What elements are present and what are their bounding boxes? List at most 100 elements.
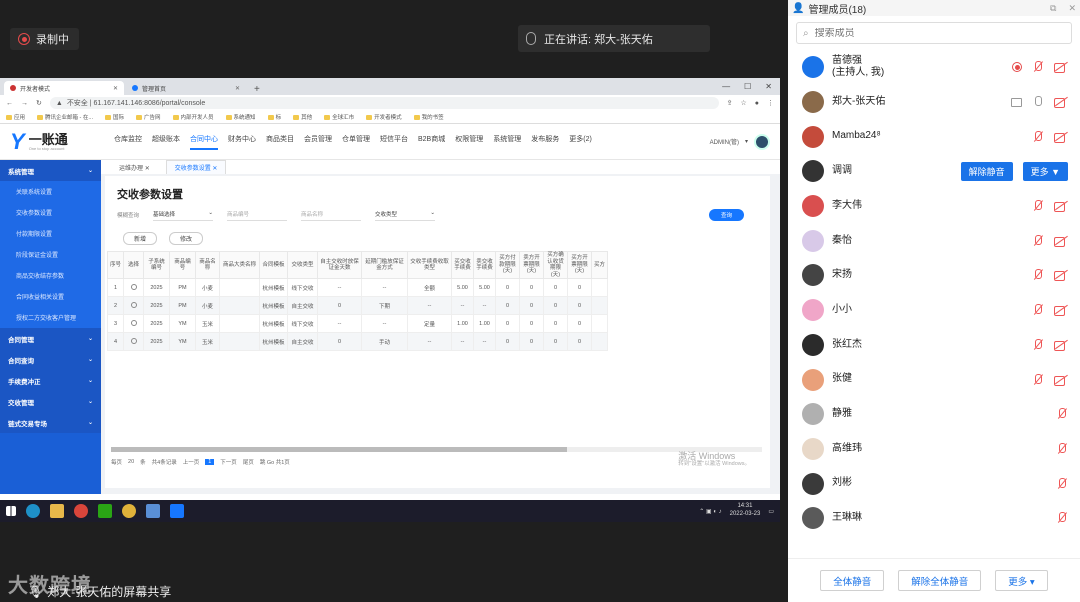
close-window-icon[interactable]: ✕	[765, 82, 772, 91]
forward-icon[interactable]: →	[21, 100, 28, 107]
row-select-cell[interactable]	[123, 332, 144, 352]
table-row[interactable]: 3 2025 YM 玉米 杭州模板 线下交收 -- -- 定量 1.00 1.00 0 0 0 0	[107, 314, 608, 334]
page-tab-2[interactable]: 交收参数设置 ✕	[165, 160, 227, 174]
nav-item[interactable]: 仓库监控	[114, 134, 142, 150]
last-page-button[interactable]: 尾页	[243, 458, 254, 466]
sidebar-group[interactable]: 交收管理 ⌄	[0, 391, 101, 412]
bookmark-item[interactable]: 国际	[105, 113, 124, 121]
sidebar-item[interactable]: 授权二方交收客户管理	[0, 307, 101, 328]
sidebar-group[interactable]: 系统管理 ⌄	[0, 160, 101, 181]
close-icon[interactable]: ✕	[235, 85, 240, 92]
meeting-app-icon[interactable]	[170, 504, 184, 518]
popout-icon[interactable]: ⧉	[1050, 3, 1056, 14]
search-input[interactable]	[814, 27, 1065, 39]
add-button[interactable]: 新增	[123, 232, 158, 245]
member-search[interactable]: ⌕	[796, 22, 1072, 44]
member-row[interactable]: 高维玮	[788, 432, 1080, 467]
product-code-input[interactable]: 商品编号	[227, 210, 288, 221]
back-icon[interactable]: ←	[6, 100, 13, 107]
bookmark-item[interactable]: 广告网	[136, 113, 161, 121]
nav-item[interactable]: B2B商城	[418, 134, 445, 150]
sidebar-item[interactable]: 交收参数设置	[0, 202, 101, 223]
radio-icon[interactable]	[130, 337, 137, 344]
bookmark-item[interactable]: 全球汇市	[324, 113, 354, 121]
nav-item[interactable]: 商品类目	[266, 134, 294, 150]
recording-badge[interactable]: 录制中	[10, 28, 79, 50]
radio-icon[interactable]	[130, 301, 137, 308]
radio-icon[interactable]	[130, 319, 137, 326]
camera-off-icon[interactable]	[1054, 236, 1068, 247]
app-logo[interactable]: Y 一账通 One to stop account	[10, 129, 114, 155]
query-button[interactable]: 查询	[708, 209, 744, 221]
microphone-muted-icon[interactable]	[1032, 234, 1044, 247]
member-row[interactable]: 静雅	[788, 397, 1080, 432]
camera-off-icon[interactable]	[1054, 340, 1068, 351]
nav-item[interactable]: 财务中心	[228, 134, 256, 150]
sidebar-group[interactable]: 手续费冲正 ⌄	[0, 370, 101, 391]
edit-button[interactable]: 修改	[169, 232, 204, 245]
browser-tab-2[interactable]: 管理首页 ✕	[126, 81, 246, 95]
nav-item[interactable]: 超级账本	[152, 134, 180, 150]
member-row[interactable]: 张健	[788, 362, 1080, 397]
mute-all-button[interactable]: 全体静音	[820, 570, 885, 591]
sidebar-item[interactable]: 阶段保证金设置	[0, 244, 101, 265]
delivery-type-select[interactable]: 交收类型 ⌄	[375, 210, 436, 221]
new-tab-button[interactable]: +	[248, 84, 266, 95]
table-row[interactable]: 2 2025 PM 小麦 杭州模板 自主交收 0 下期 -- -- -- 0 0 0 0	[107, 296, 608, 316]
bookmark-item[interactable]: 内部开发人员	[173, 113, 214, 121]
camera-off-icon[interactable]	[1054, 132, 1068, 143]
microphone-muted-icon[interactable]	[1032, 373, 1044, 386]
microphone-muted-icon[interactable]	[1032, 269, 1044, 281]
nav-item[interactable]: 权限管理	[455, 134, 483, 150]
bookmark-item[interactable]: 开发者模式	[366, 113, 402, 121]
nav-item[interactable]: 仓单管理	[342, 134, 370, 150]
close-icon[interactable]: ✕	[212, 166, 217, 172]
member-row[interactable]: 调调 解除静音 更多 ▼	[788, 154, 1080, 189]
notification-icon[interactable]: ▭	[768, 508, 774, 515]
row-select-cell[interactable]	[123, 314, 144, 334]
app-icon[interactable]	[146, 504, 160, 518]
nav-item[interactable]: 发布服务	[531, 134, 559, 150]
microphone-muted-icon[interactable]	[1056, 477, 1068, 490]
sidebar-group[interactable]: 合同管理 ⌄	[0, 328, 101, 349]
member-more-button[interactable]: 更多 ▼	[1022, 161, 1068, 181]
row-select-cell[interactable]	[123, 278, 144, 298]
camera-off-icon[interactable]	[1054, 62, 1068, 74]
close-icon[interactable]: ✕	[1068, 3, 1076, 14]
user-menu[interactable]: ADMIN(管) ▾	[710, 133, 770, 150]
camera-off-icon[interactable]	[1054, 270, 1068, 282]
nav-item[interactable]: 会员管理	[304, 134, 332, 150]
member-row[interactable]: 张红杰	[788, 328, 1080, 363]
sidebar-group[interactable]: 合同查询 ⌄	[0, 349, 101, 370]
radio-icon[interactable]	[130, 283, 137, 290]
bookmark-item[interactable]: 其他	[293, 113, 312, 121]
page-size[interactable]: 20	[128, 459, 134, 465]
nav-item[interactable]: 系统管理	[493, 134, 521, 150]
bookmark-item[interactable]: 标	[268, 113, 282, 121]
maximize-icon[interactable]: ☐	[744, 82, 751, 91]
close-icon[interactable]: ✕	[145, 166, 150, 172]
tray-icons[interactable]: ⌃ ▣ ◐ ♪	[699, 508, 721, 515]
microphone-muted-icon[interactable]	[1032, 200, 1044, 212]
unmute-button[interactable]: 解除静音	[960, 161, 1013, 181]
reload-icon[interactable]: ↻	[36, 99, 42, 107]
sidebar-group[interactable]: 链式交易专场 ⌄	[0, 412, 101, 433]
nav-item[interactable]: 更多(2)	[569, 134, 592, 150]
member-row[interactable]: 苗德强 (主持人, 我)	[788, 50, 1080, 85]
base-select[interactable]: 基础选择 ⌄	[153, 210, 214, 221]
microphone-muted-icon[interactable]	[1032, 130, 1044, 143]
microphone-muted-icon[interactable]	[1032, 61, 1044, 73]
file-explorer-icon[interactable]	[50, 504, 64, 518]
camera-off-icon[interactable]	[1054, 97, 1068, 109]
member-row[interactable]: 小小	[788, 293, 1080, 328]
profile-icon[interactable]: ●	[755, 100, 759, 107]
member-row[interactable]: Mamba24⁸	[788, 119, 1080, 154]
bookmark-item[interactable]: 我的书签	[414, 113, 444, 121]
bookmark-star-icon[interactable]: ☆	[740, 99, 746, 107]
prev-page-button[interactable]: 上一页	[183, 458, 200, 466]
microphone-muted-icon[interactable]	[1032, 304, 1044, 316]
member-row[interactable]: 李大伟	[788, 189, 1080, 224]
member-row[interactable]: 秦怡	[788, 223, 1080, 258]
clock[interactable]: 14:31 2022-03-23	[730, 503, 761, 519]
camera-off-icon[interactable]	[1054, 201, 1068, 213]
